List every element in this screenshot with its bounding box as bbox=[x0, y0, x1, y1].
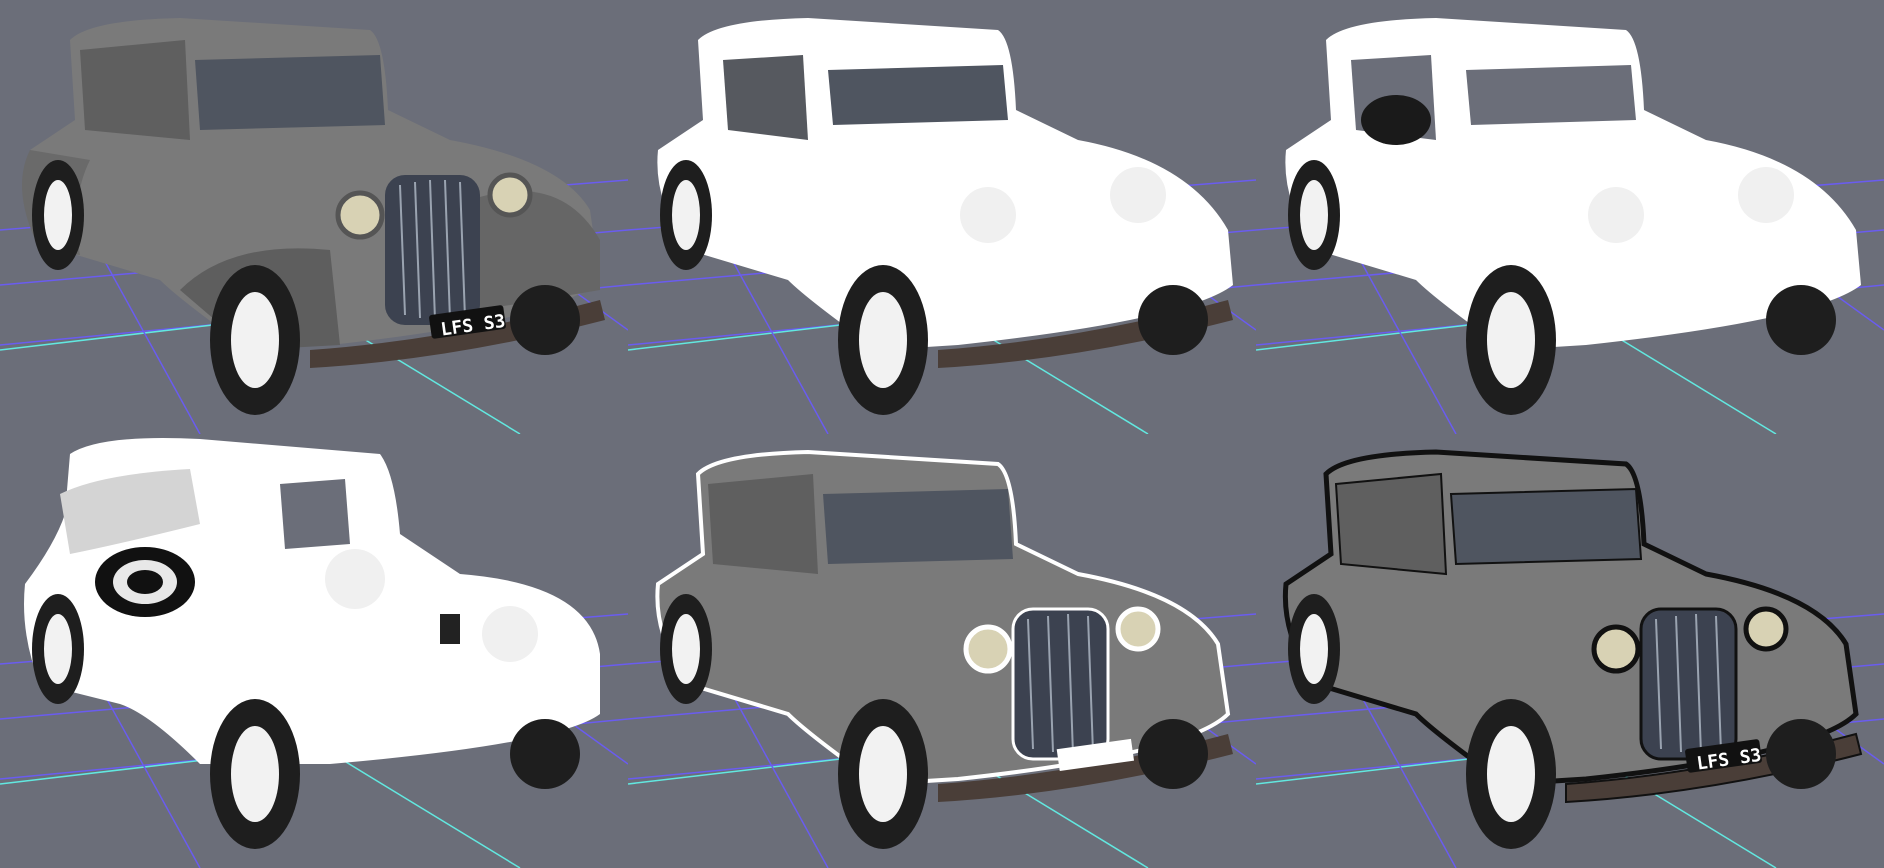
car-render-white-no-glass bbox=[1256, 18, 1884, 434]
panel-top-middle bbox=[628, 0, 1256, 434]
car-render-white bbox=[628, 18, 1256, 434]
car-render-black-outline: LFS S3 bbox=[1256, 449, 1884, 868]
panel-bottom-middle bbox=[628, 434, 1256, 868]
panel-top-right bbox=[1256, 0, 1884, 434]
car-render-white-outline bbox=[628, 449, 1256, 868]
car-render-white-rear bbox=[0, 438, 628, 868]
car-body: LFS S3 bbox=[22, 18, 605, 415]
panel-top-left: LFS S3 bbox=[0, 0, 628, 434]
panel-bottom-left bbox=[0, 434, 628, 868]
panel-bottom-right: LFS S3 bbox=[1256, 434, 1884, 868]
render-comparison-grid: LFS S3 LFS S3 bbox=[0, 0, 1884, 868]
car-render-shaded: LFS S3 bbox=[0, 18, 628, 434]
